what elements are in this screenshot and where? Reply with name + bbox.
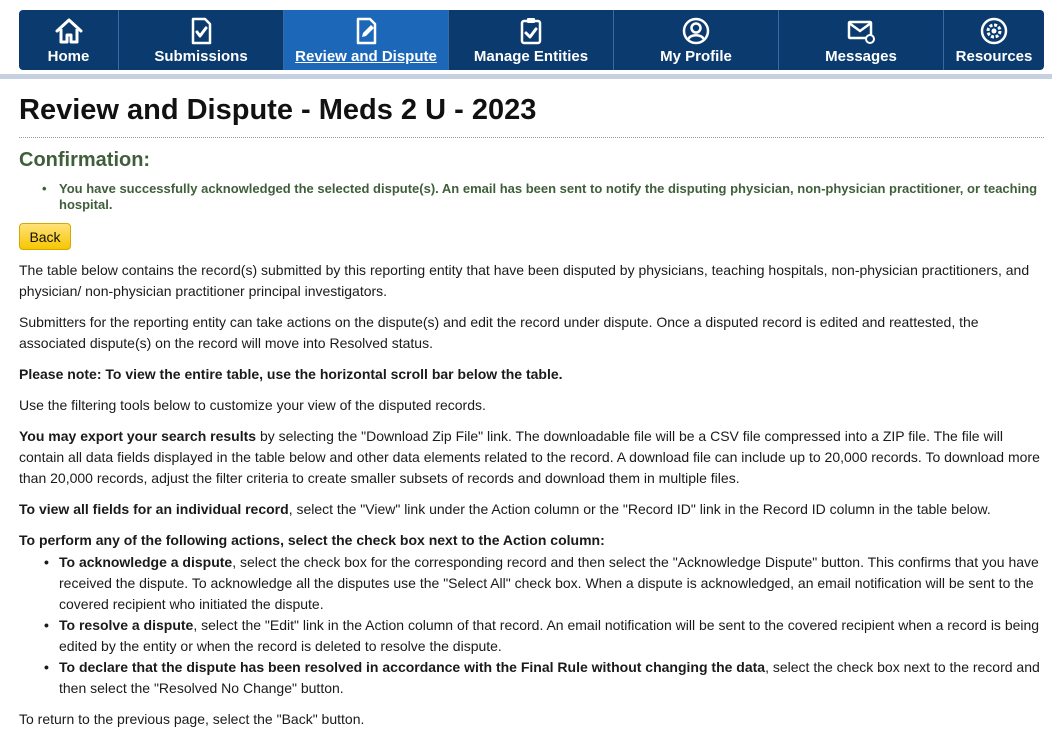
nav-label: Messages xyxy=(825,48,897,65)
confirmation-message: You have successfully acknowledged the s… xyxy=(39,181,1039,213)
nav-home[interactable]: Home xyxy=(19,10,119,70)
nav-review-and-dispute[interactable]: Review and Dispute xyxy=(284,10,449,70)
action-item-resolve: To resolve a dispute, select the "Edit" … xyxy=(39,615,1044,657)
nav-label: Resources xyxy=(955,48,1033,65)
confirmation-heading: Confirmation: xyxy=(19,149,151,171)
nav-label: Home xyxy=(47,48,90,65)
clipboard-check-icon xyxy=(516,16,546,46)
actions-list: To acknowledge a dispute, select the che… xyxy=(39,552,1044,699)
envelope-icon xyxy=(846,16,876,46)
nav-label: Submissions xyxy=(154,48,248,65)
nav-resources[interactable]: Resources xyxy=(944,10,1044,70)
nav-my-profile[interactable]: My Profile xyxy=(614,10,779,70)
return-paragraph: To return to the previous page, select t… xyxy=(19,711,365,727)
export-lead: You may export your search results xyxy=(19,428,257,444)
nav-label: My Profile xyxy=(660,48,732,65)
actions-heading: To perform any of the following actions,… xyxy=(19,532,605,548)
action-title: To acknowledge a dispute xyxy=(59,554,233,570)
submitters-paragraph: Submitters for the reporting entity can … xyxy=(19,314,979,351)
edit-document-icon xyxy=(351,16,381,46)
view-text: , select the "View" link under the Actio… xyxy=(288,501,991,517)
view-lead: To view all fields for an individual rec… xyxy=(19,501,289,517)
home-icon xyxy=(54,16,84,46)
back-button[interactable]: Back xyxy=(19,223,71,250)
nav-label: Review and Dispute xyxy=(295,48,437,65)
gear-icon xyxy=(979,16,1009,46)
main-navigation: Home Submissions Review and Dispute Mana… xyxy=(19,10,1044,70)
scroll-note: Please note: To view the entire table, u… xyxy=(19,366,563,382)
action-item-acknowledge: To acknowledge a dispute, select the che… xyxy=(39,552,1044,615)
action-item-resolved-no-change: To declare that the dispute has been res… xyxy=(39,657,1044,699)
nav-label: Manage Entities xyxy=(473,48,589,65)
export-paragraph: You may export your search results by se… xyxy=(19,426,1044,489)
action-text: , select the "Edit" link in the Action c… xyxy=(59,617,1040,654)
title-divider xyxy=(19,137,1044,138)
header-divider xyxy=(0,74,1052,79)
confirmation-list: You have successfully acknowledged the s… xyxy=(39,181,1039,213)
view-paragraph: To view all fields for an individual rec… xyxy=(19,499,1044,520)
page-title: Review and Dispute - Meds 2 U - 2023 xyxy=(19,94,537,126)
nav-messages[interactable]: Messages xyxy=(779,10,944,70)
filter-paragraph: Use the filtering tools below to customi… xyxy=(19,397,486,413)
nav-manage-entities[interactable]: Manage Entities xyxy=(449,10,614,70)
nav-submissions[interactable]: Submissions xyxy=(119,10,284,70)
intro-paragraph: The table below contains the record(s) s… xyxy=(19,262,1030,299)
action-title: To declare that the dispute has been res… xyxy=(59,659,766,675)
user-profile-icon xyxy=(681,16,711,46)
action-title: To resolve a dispute xyxy=(59,617,194,633)
document-check-icon xyxy=(186,16,216,46)
